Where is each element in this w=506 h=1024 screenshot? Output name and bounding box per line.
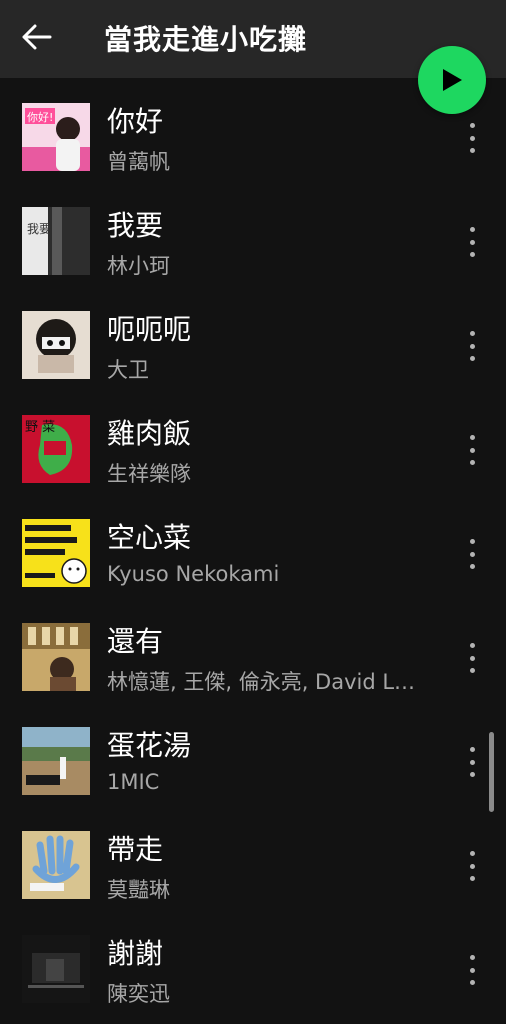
album-cover (22, 935, 90, 1003)
track-artist: 1MIC (107, 770, 160, 794)
arrow-left-icon (22, 24, 52, 50)
track-row[interactable]: 蛋花湯 1MIC (0, 710, 506, 814)
more-vertical-icon (469, 539, 475, 544)
more-vertical-icon (469, 851, 475, 856)
track-row[interactable]: 空心菜 Kyuso Nekokami (0, 502, 506, 606)
playlist-title: 當我走進小吃攤 (104, 23, 308, 56)
play-button[interactable] (418, 46, 486, 114)
more-options-button[interactable] (464, 536, 480, 572)
more-options-button[interactable] (464, 432, 480, 468)
track-row[interactable]: 我要 我要 林小珂 (0, 190, 506, 294)
track-title: 雞肉飯 (107, 417, 192, 450)
track-title: 我要 (107, 209, 164, 242)
album-cover: 你好! (22, 103, 90, 171)
cover-label: 我要 (27, 222, 51, 236)
more-vertical-icon (469, 123, 475, 128)
track-row[interactable]: 還有 林憶蓮, 王傑, 倫永亮, David L… (0, 606, 506, 710)
track-title: 還有 (107, 625, 164, 658)
track-row[interactable]: 野 菜 雞肉飯 生祥樂隊 (0, 398, 506, 502)
playlist-screen: 當我走進小吃攤 你好! 你好 曾藹帆 我要 我要 林小珂 呃呃呃 大卫 野 菜 … (0, 0, 506, 1024)
album-cover (22, 831, 90, 899)
track-artist: 曾藹帆 (107, 150, 170, 174)
track-artist: 陳奕迅 (107, 982, 170, 1006)
more-vertical-icon (469, 955, 475, 960)
more-options-button[interactable] (464, 744, 480, 780)
track-title: 你好 (107, 105, 164, 138)
track-title: 謝謝 (107, 937, 164, 970)
track-title: 呃呃呃 (107, 313, 192, 346)
track-list: 你好! 你好 曾藹帆 我要 我要 林小珂 呃呃呃 大卫 野 菜 雞肉飯 生祥樂隊… (0, 86, 506, 1022)
track-row[interactable]: 呃呃呃 大卫 (0, 294, 506, 398)
more-options-button[interactable] (464, 120, 480, 156)
scrollbar[interactable] (489, 732, 494, 812)
album-cover (22, 623, 90, 691)
more-vertical-icon (469, 643, 475, 648)
track-artist: 林憶蓮, 王傑, 倫永亮, David L… (107, 670, 416, 694)
back-button[interactable] (20, 20, 54, 54)
track-artist: 生祥樂隊 (107, 462, 191, 486)
cover-label: 你好! (27, 110, 53, 124)
track-row[interactable]: 謝謝 陳奕迅 (0, 918, 506, 1022)
more-vertical-icon (469, 747, 475, 752)
play-icon (443, 69, 462, 91)
album-cover: 我要 (22, 207, 90, 275)
more-vertical-icon (469, 331, 475, 336)
album-cover (22, 311, 90, 379)
album-cover (22, 727, 90, 795)
more-vertical-icon (469, 227, 475, 232)
more-options-button[interactable] (464, 848, 480, 884)
more-options-button[interactable] (464, 328, 480, 364)
track-title: 帶走 (107, 833, 164, 866)
more-options-button[interactable] (464, 224, 480, 260)
track-row[interactable]: 帶走 莫豔琳 (0, 814, 506, 918)
cover-label: 野 菜 (25, 420, 55, 435)
more-options-button[interactable] (464, 952, 480, 988)
more-options-button[interactable] (464, 640, 480, 676)
track-artist: 大卫 (107, 358, 149, 382)
album-cover: 野 菜 (22, 415, 90, 483)
track-title: 蛋花湯 (107, 729, 192, 762)
track-title: 空心菜 (107, 521, 192, 554)
more-vertical-icon (469, 435, 475, 440)
album-cover (22, 519, 90, 587)
track-artist: 林小珂 (107, 254, 170, 278)
track-artist: 莫豔琳 (107, 878, 170, 902)
track-artist: Kyuso Nekokami (107, 562, 280, 586)
